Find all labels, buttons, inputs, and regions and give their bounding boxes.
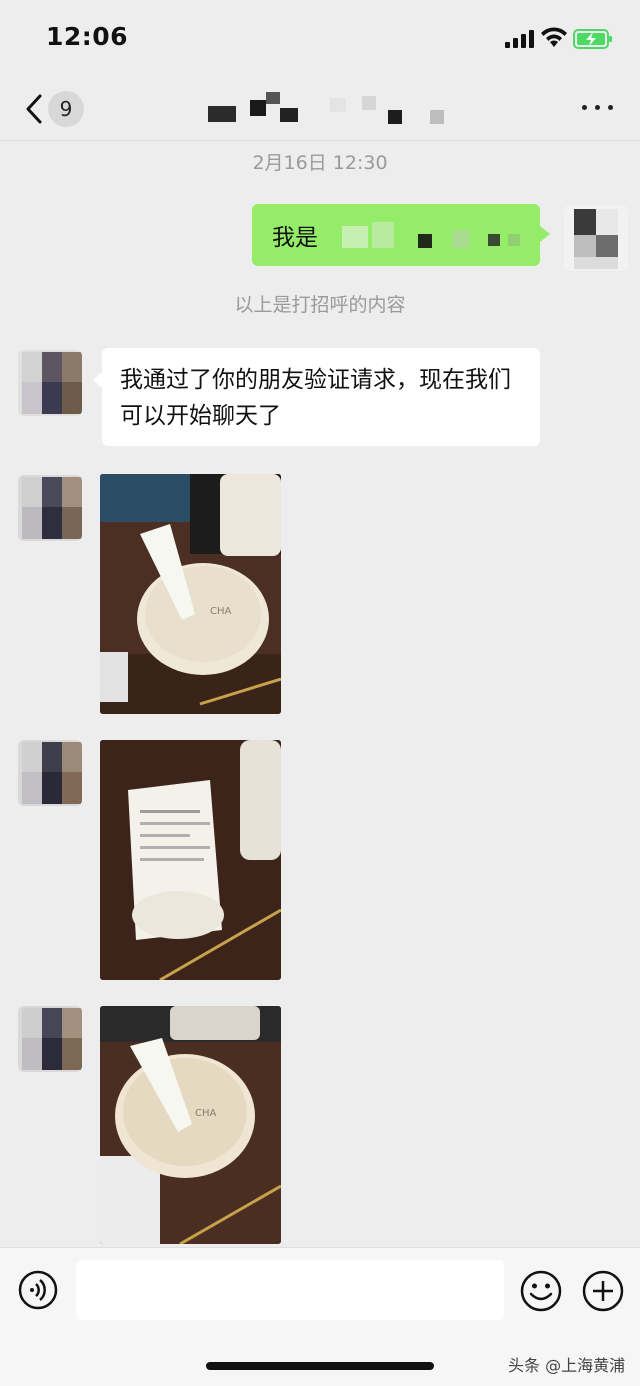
- chevron-left-icon: [26, 94, 42, 124]
- incoming-message-text: 我通过了你的朋友验证请求，现在我们可以开始聊天了: [120, 367, 511, 429]
- message-timestamp: 2月16日 12:30: [252, 152, 388, 174]
- outgoing-message-text: 我是: [272, 225, 318, 251]
- chat-header: 9: [0, 78, 640, 141]
- system-note: 以上是打招呼的内容: [234, 294, 406, 316]
- contact-avatar[interactable]: [18, 350, 82, 416]
- svg-text:CHA: CHA: [195, 1108, 217, 1119]
- photo-message[interactable]: CHA: [100, 474, 281, 714]
- plus-icon[interactable]: [582, 1270, 624, 1312]
- my-avatar[interactable]: [564, 205, 628, 271]
- contact-avatar[interactable]: [18, 475, 82, 541]
- status-time: 12:06: [46, 22, 129, 51]
- photo-message[interactable]: CHA: [100, 1006, 281, 1244]
- incoming-message-bubble[interactable]: 我通过了你的朋友验证请求，现在我们可以开始聊天了: [93, 348, 540, 446]
- wifi-icon: [541, 27, 567, 47]
- photo-message[interactable]: [100, 740, 281, 980]
- more-icon[interactable]: [578, 92, 618, 122]
- home-indicator: [206, 1362, 434, 1370]
- message-input[interactable]: [76, 1260, 504, 1320]
- voice-icon[interactable]: [18, 1270, 58, 1310]
- outgoing-message-bubble[interactable]: 我是: [252, 204, 550, 266]
- photo-receipt-image: [100, 740, 281, 980]
- unread-count-badge: 9: [48, 91, 84, 127]
- cellular-signal-icon: [505, 30, 534, 48]
- input-bar: 头条 @上海黄浦: [0, 1247, 640, 1386]
- contact-name-mosaic[interactable]: [200, 92, 460, 128]
- battery-charging-icon: [573, 29, 612, 49]
- photo-tea-cup-image: CHA: [100, 474, 281, 714]
- photo-tea-cup-image: CHA: [100, 1006, 281, 1244]
- contact-avatar[interactable]: [18, 1006, 82, 1072]
- svg-text:CHA: CHA: [210, 606, 232, 617]
- back-button[interactable]: 9: [18, 88, 90, 130]
- emoji-icon[interactable]: [520, 1270, 562, 1312]
- status-bar: 12:06: [0, 0, 640, 75]
- contact-avatar[interactable]: [18, 740, 82, 806]
- watermark-text: 头条 @上海黄浦: [508, 1356, 626, 1375]
